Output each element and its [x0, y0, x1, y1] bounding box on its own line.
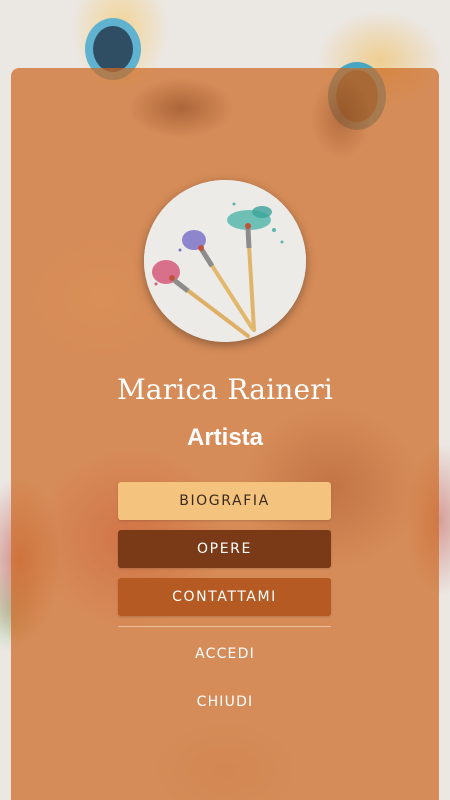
accedi-link[interactable]: ACCEDI [11, 646, 439, 662]
opere-button[interactable]: OPERE [118, 530, 331, 568]
contattami-button[interactable]: CONTATTAMI [118, 578, 331, 616]
chiudi-link[interactable]: CHIUDI [11, 694, 439, 710]
menu-divider [118, 626, 331, 627]
paintbrushes-watercolor-icon [144, 180, 306, 342]
profile-menu-card: Marica Raineri Artista BIOGRAFIA OPERE C… [11, 68, 439, 800]
biografia-button[interactable]: BIOGRAFIA [118, 482, 331, 520]
artist-name: Marica Raineri [116, 373, 334, 406]
artist-role: Artista [186, 424, 264, 451]
avatar [144, 180, 306, 342]
